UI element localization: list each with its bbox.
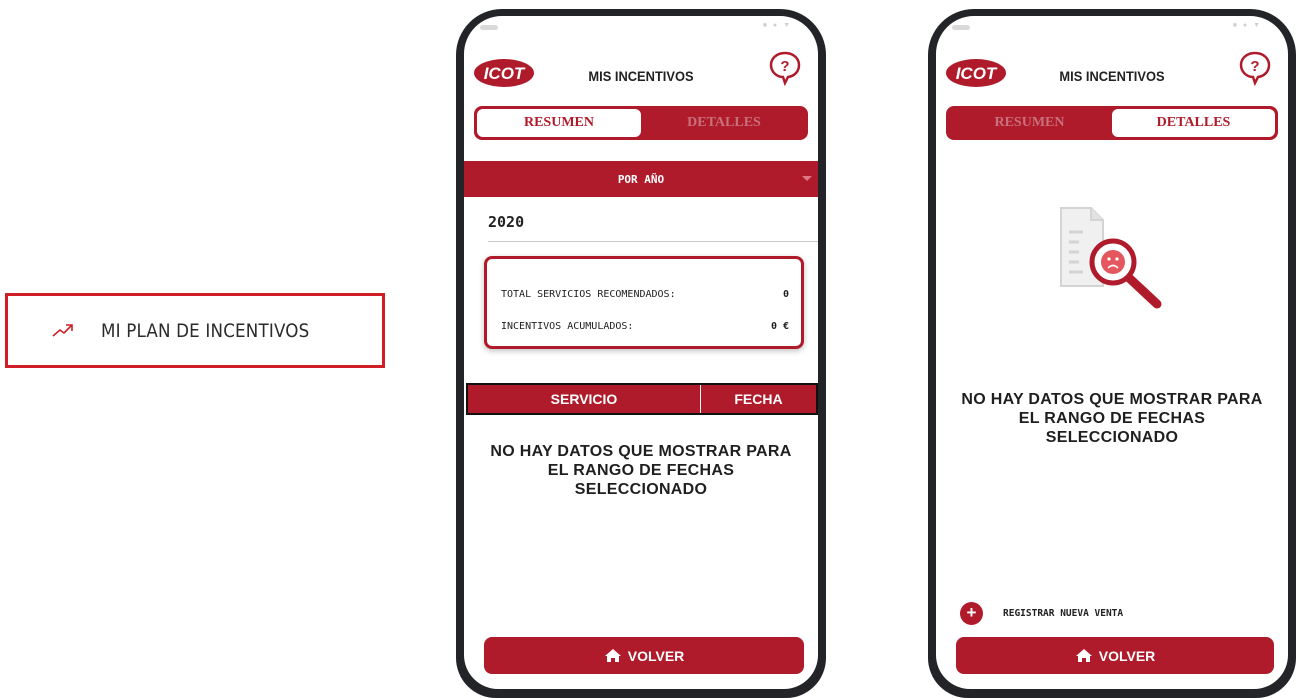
year-value[interactable]: 2020 [488, 213, 524, 231]
period-select-label: POR AÑO [617, 172, 665, 186]
help-bubble-icon[interactable]: ? [768, 50, 802, 86]
screen-detalles: ■ ● ▼ ICOT MIS INCENTIVOS ? RESUMEN DETA… [936, 16, 1288, 689]
tab-bar: RESUMEN DETALLES [474, 106, 808, 140]
phone-resumen: ■ ● ▼ ICOT MIS INCENTIVOS ? RESUMEN DETA… [456, 9, 826, 698]
empty-state-message: NO HAY DATOS QUE MOSTRAR PARA EL RANGO D… [490, 443, 792, 498]
column-header-servicio[interactable]: SERVICIO [468, 385, 701, 413]
chevron-down-icon [802, 176, 812, 181]
table-header: SERVICIO FECHA [466, 383, 818, 415]
volver-button[interactable]: VOLVER [956, 637, 1274, 674]
no-data-search-icon [1060, 207, 1162, 309]
page-title: MIS INCENTIVOS [588, 68, 694, 84]
register-sale-label: REGISTRAR NUEVA VENTA [1003, 608, 1124, 619]
tab-resumen[interactable]: RESUMEN [948, 108, 1111, 138]
home-icon [1075, 649, 1092, 662]
tab-detalles[interactable]: DETALLES [1111, 108, 1276, 138]
home-icon [604, 649, 621, 662]
summary-card: TOTAL SERVICIOS RECOMENDADOS: 0 INCENTIV… [484, 256, 804, 349]
tab-detalles[interactable]: DETALLES [642, 108, 806, 138]
summary-total-value: 0 [782, 289, 789, 300]
plus-icon: + [960, 602, 983, 625]
tab-bar: RESUMEN DETALLES [946, 106, 1278, 140]
summary-total-label: TOTAL SERVICIOS RECOMENDADOS: [501, 289, 676, 300]
summary-incentives-label: INCENTIVOS ACUMULADOS: [501, 321, 634, 332]
screen-resumen: ■ ● ▼ ICOT MIS INCENTIVOS ? RESUMEN DETA… [464, 16, 818, 689]
period-select[interactable]: POR AÑO [464, 161, 818, 197]
help-bubble-icon[interactable]: ? [1238, 50, 1272, 86]
menu-item-label: MI PLAN DE INCENTIVOS [101, 320, 310, 342]
menu-item-plan-incentivos[interactable]: MI PLAN DE INCENTIVOS [5, 293, 385, 368]
status-icons: ■ ● ▼ [762, 22, 792, 29]
trending-up-icon [52, 324, 73, 337]
summary-incentives-value: 0 € [770, 321, 789, 332]
year-divider [488, 241, 818, 242]
volver-label: VOLVER [1098, 647, 1156, 664]
tab-resumen[interactable]: RESUMEN [476, 108, 642, 138]
svg-text:?: ? [1250, 58, 1259, 75]
status-icons: ■ ● ▼ [1232, 22, 1262, 29]
phone-detalles: ■ ● ▼ ICOT MIS INCENTIVOS ? RESUMEN DETA… [928, 9, 1296, 698]
volver-button[interactable]: VOLVER [484, 637, 804, 674]
register-sale-button[interactable]: + REGISTRAR NUEVA VENTA [960, 602, 1123, 625]
page-title: MIS INCENTIVOS [1059, 68, 1165, 84]
svg-text:?: ? [780, 58, 789, 75]
summary-row-total: TOTAL SERVICIOS RECOMENDADOS: 0 [501, 289, 789, 300]
column-header-fecha[interactable]: FECHA [701, 385, 816, 413]
status-notch [480, 25, 498, 30]
status-notch [952, 25, 970, 30]
volver-label: VOLVER [627, 647, 685, 664]
summary-row-incentives: INCENTIVOS ACUMULADOS: 0 € [501, 321, 789, 332]
empty-state-message: NO HAY DATOS QUE MOSTRAR PARA EL RANGO D… [961, 391, 1263, 446]
